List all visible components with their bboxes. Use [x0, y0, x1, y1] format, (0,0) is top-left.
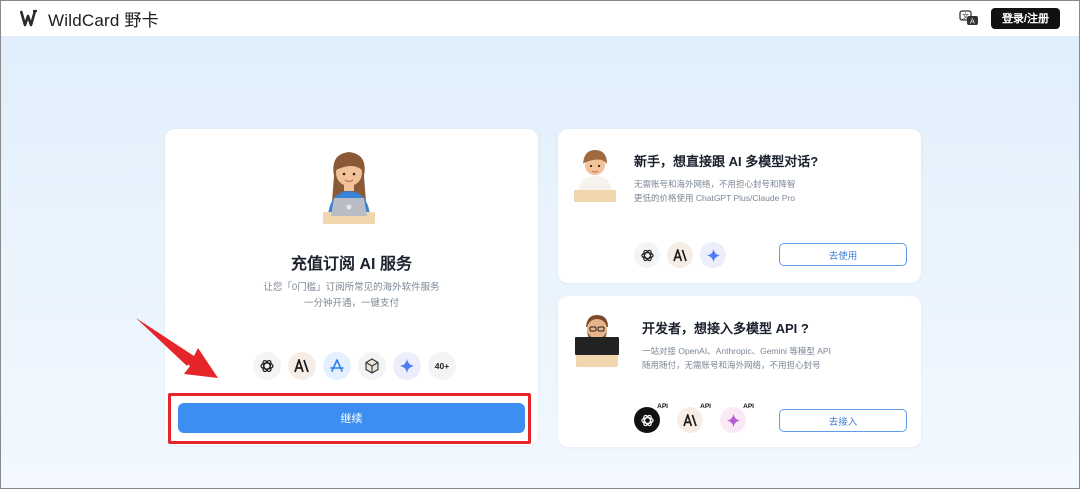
- translate-icon[interactable]: 文 A: [959, 10, 979, 26]
- chat-card-title: 新手，想直接跟 AI 多模型对话?: [634, 154, 819, 169]
- chat-model-icons: [634, 242, 726, 268]
- api-card: 开发者，想接入多模型 API ? 一站对接 OpenAI、Anthropic、G…: [558, 296, 921, 447]
- api-card-description: 一站对接 OpenAI、Anthropic、Gemini 等模型 API 随用随…: [642, 344, 831, 372]
- chat-desc-line1: 无需账号和海外网络，不用担心封号和降智: [634, 179, 796, 189]
- chat-desc-line2: 更低的价格使用 ChatGPT Plus/Claude Pro: [634, 193, 795, 203]
- man-avatar: [574, 150, 616, 202]
- brand-logo[interactable]: WildCard 野卡: [20, 6, 159, 31]
- app-store-icon: [323, 352, 351, 380]
- main-title: 充值订阅 AI 服务: [291, 256, 412, 273]
- top-header: WildCard 野卡 文 A 登录/注册: [0, 0, 1080, 37]
- more-services-count: 40+: [428, 352, 456, 380]
- api-desc-line1: 一站对接 OpenAI、Anthropic、Gemini 等模型 API: [642, 346, 831, 356]
- openai-api-icon: API: [634, 403, 670, 433]
- gemini-icon: [700, 242, 726, 268]
- anthropic-api-icon: API: [677, 403, 713, 433]
- use-now-button[interactable]: 去使用: [779, 243, 907, 266]
- arrow-pointer-icon: [136, 318, 218, 378]
- api-tag: API: [698, 403, 713, 410]
- openai-icon: [253, 352, 281, 380]
- api-card-title: 开发者，想接入多模型 API ?: [642, 321, 809, 336]
- developer-avatar: [575, 315, 619, 367]
- main-desc-line1: 让您「0门槛」订阅所常见的海外软件服务: [263, 282, 440, 293]
- api-tag: API: [741, 403, 756, 410]
- openai-icon: [634, 242, 660, 268]
- gemini-icon: [393, 352, 421, 380]
- chat-card-description: 无需账号和海外网络，不用担心封号和降智 更低的价格使用 ChatGPT Plus…: [634, 177, 796, 205]
- main-description: 让您「0门槛」订阅所常见的海外软件服务 一分钟开通，一键支付: [165, 280, 538, 312]
- gemini-api-icon: API: [720, 403, 756, 433]
- anthropic-icon: [667, 242, 693, 268]
- chat-card: 新手，想直接跟 AI 多模型对话? 无需账号和海外网络，不用担心封号和降智 更低…: [558, 129, 921, 283]
- api-tag: API: [655, 403, 670, 410]
- highlight-box: [168, 393, 531, 444]
- api-model-icons: API API API: [634, 403, 756, 433]
- box-icon: [358, 352, 386, 380]
- woman-laptop-avatar: [323, 152, 375, 224]
- connect-api-button[interactable]: 去接入: [779, 409, 907, 432]
- main-desc-line2: 一分钟开通，一键支付: [303, 298, 399, 309]
- api-desc-line2: 随用随付，无需账号和海外网络，不用担心封号: [642, 360, 821, 370]
- anthropic-icon: [288, 352, 316, 380]
- brand-name: WildCard 野卡: [48, 10, 159, 30]
- service-icons: 40+: [253, 352, 456, 380]
- login-register-button[interactable]: 登录/注册: [990, 7, 1060, 29]
- svg-text:A: A: [970, 18, 975, 26]
- wildcard-logo-icon: [20, 9, 37, 27]
